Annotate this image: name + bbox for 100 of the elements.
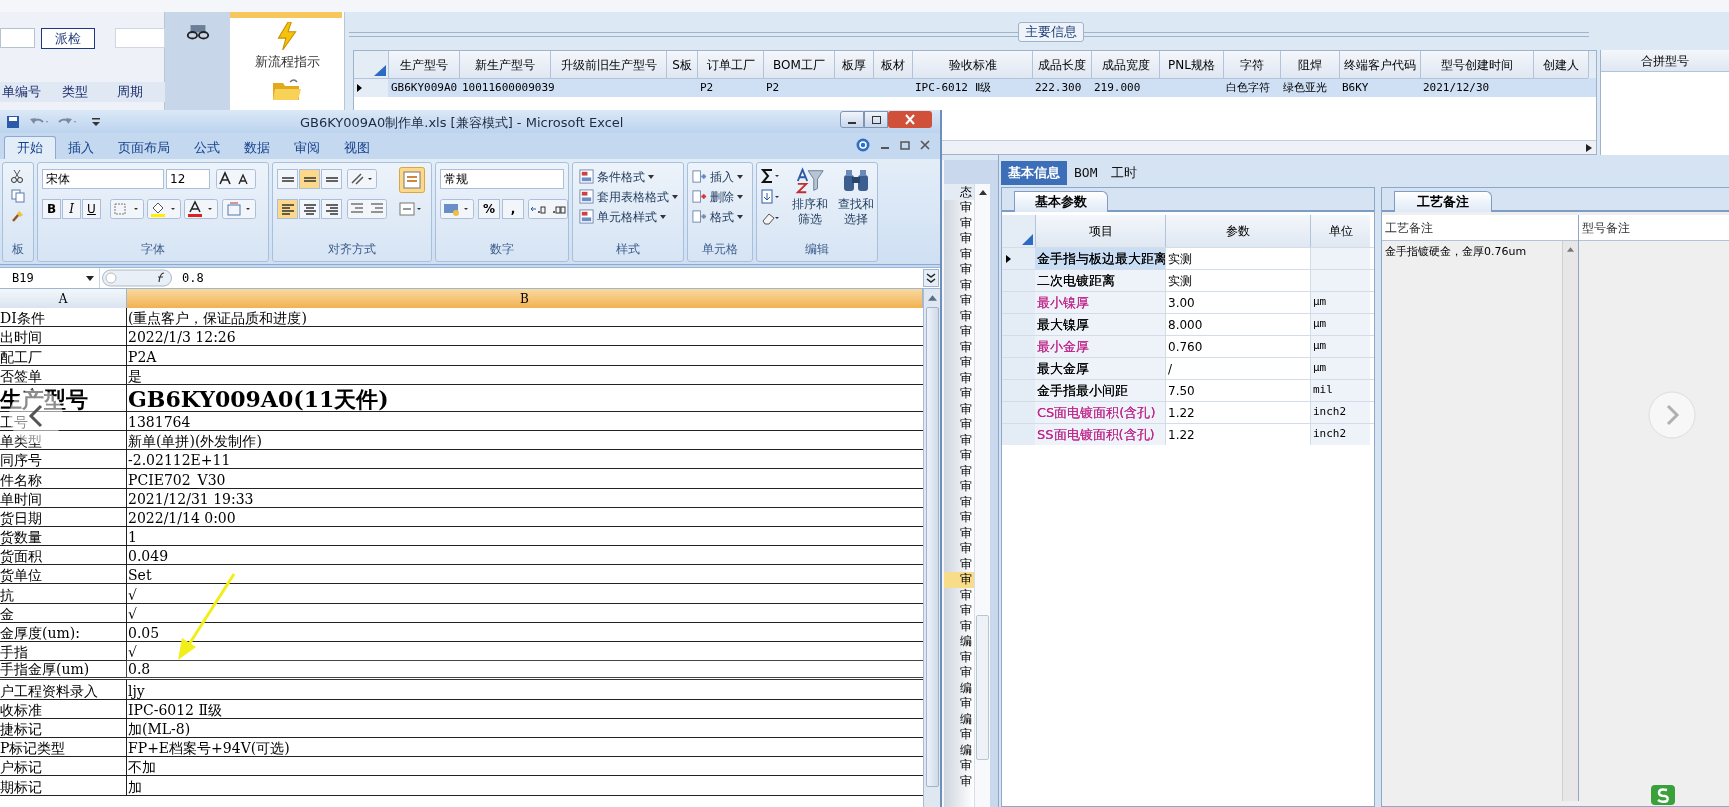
font-name-field[interactable]: 宋体	[42, 169, 164, 189]
cells-menu-button[interactable]: 删除	[692, 187, 743, 206]
table-cell[interactable]: 0.049	[127, 546, 923, 565]
table-cell[interactable]: 审	[944, 525, 974, 541]
column-header[interactable]: 板厚	[834, 51, 873, 78]
align-button[interactable]	[277, 169, 298, 189]
table-cell[interactable]: 审	[944, 510, 974, 526]
number-button[interactable]: %	[478, 199, 500, 219]
table-cell[interactable]: 2021/12/31 19:33	[127, 488, 923, 507]
fill-down-icon[interactable]	[761, 189, 781, 205]
table-cell[interactable]: 不加	[127, 757, 923, 776]
column-header[interactable]: 阻焊	[1280, 51, 1339, 78]
column-header[interactable]: 成品宽度	[1091, 51, 1159, 78]
column-header[interactable]: 板材	[873, 51, 912, 78]
table-cell[interactable]: 编	[944, 711, 974, 727]
dispatch-button[interactable]: 派检	[41, 28, 95, 49]
currency-icon[interactable]	[440, 199, 474, 219]
ribbon-tab[interactable]: 插入	[56, 136, 106, 159]
column-header[interactable]: 升级前旧生产型号	[550, 51, 666, 78]
align-button[interactable]	[321, 169, 342, 189]
table-cell[interactable]: 审	[944, 386, 974, 402]
table-cell[interactable]: 2022/1/14 0:00	[127, 507, 923, 526]
column-header[interactable]: 验收标准	[912, 51, 1032, 78]
table-cell[interactable]: ljy	[127, 680, 923, 699]
table-cell[interactable]: 审	[944, 448, 974, 464]
table-cell[interactable]: 审	[944, 432, 974, 448]
table-cell[interactable]: 编	[944, 634, 974, 650]
table-cell[interactable]: (重点客户，保证品质和进度)	[127, 308, 923, 327]
table-cell[interactable]: 审	[944, 417, 974, 433]
editing-button[interactable]: 查找和 选择	[833, 167, 879, 235]
styles-menu-button[interactable]: 套用表格格式	[579, 187, 678, 206]
scroll-right-icon[interactable]	[1586, 144, 1592, 152]
table-cell[interactable]: 审	[944, 773, 974, 789]
help-icon[interactable]	[856, 138, 870, 152]
ribbon-tab[interactable]: 审阅	[282, 136, 332, 159]
sum-icon[interactable]	[761, 168, 781, 184]
panel-tab[interactable]: 基本参数	[1014, 191, 1108, 212]
column-header[interactable]: B	[127, 289, 923, 308]
copy-icon[interactable]	[11, 189, 25, 203]
table-cell[interactable]: 审	[944, 696, 974, 712]
table-cell[interactable]: -2.02112E+11	[127, 450, 923, 469]
column-header[interactable]: 字符	[1223, 51, 1280, 78]
table-cell[interactable]: 审	[944, 618, 974, 634]
vertical-scrollbar[interactable]	[923, 289, 940, 807]
table-cell[interactable]: 是	[127, 365, 923, 384]
styles-menu-button[interactable]: 单元格样式	[579, 207, 666, 226]
table-cell[interactable]: 审	[944, 758, 974, 774]
align-button[interactable]	[299, 169, 320, 189]
table-cell[interactable]: √	[127, 603, 923, 622]
input-method-icon[interactable]	[1650, 784, 1676, 806]
table-cell[interactable]: 新单(单拼)(外发制作)	[127, 430, 923, 450]
column-header[interactable]: 合拼型号	[1601, 50, 1729, 72]
format-button[interactable]: U	[82, 199, 101, 219]
scroll-up-icon[interactable]	[978, 190, 987, 195]
table-cell[interactable]: 审	[944, 541, 974, 557]
table-cell[interactable]: 审	[944, 339, 974, 355]
link-icon[interactable]	[185, 24, 211, 41]
orientation-icon[interactable]	[347, 169, 377, 189]
expand-icon[interactable]	[923, 269, 939, 287]
column-header[interactable]: 参数	[1165, 215, 1310, 247]
table-cell[interactable]: 审	[944, 572, 974, 588]
table-cell[interactable]: P2A	[127, 346, 923, 365]
column-header[interactable]: 生产型号	[388, 51, 459, 78]
table-cell[interactable]: 加	[127, 776, 923, 795]
cells-menu-button[interactable]: 插入	[692, 167, 743, 186]
font-size-icon[interactable]	[216, 169, 256, 189]
table-cell[interactable]: 审	[944, 401, 974, 417]
table-cell[interactable]: 审	[944, 665, 974, 681]
table-cell[interactable]: 审	[944, 277, 974, 293]
row-header[interactable]	[354, 78, 388, 97]
align-button[interactable]	[277, 199, 298, 219]
table-cell[interactable]: 审	[944, 200, 974, 216]
column-header[interactable]: 态	[944, 184, 974, 200]
scroll-thumb[interactable]	[976, 615, 989, 760]
scroll-thumb[interactable]	[925, 307, 939, 787]
table-cell[interactable]: 审	[944, 324, 974, 340]
table-cell[interactable]: 0.8	[127, 661, 923, 678]
fill-color-icon[interactable]	[147, 199, 181, 219]
number-button[interactable]: ,	[502, 199, 524, 219]
select-all-corner[interactable]	[1002, 215, 1035, 247]
decimal-icon[interactable]	[528, 199, 568, 219]
column-header[interactable]: BOM工厂	[763, 51, 834, 78]
table-cell[interactable]: 加(ML-8)	[127, 718, 923, 737]
editing-button[interactable]: 排序和 筛选	[787, 167, 833, 235]
column-header[interactable]: PNL规格	[1159, 51, 1223, 78]
font-size-field[interactable]: 12	[166, 169, 210, 189]
column-header[interactable]: 型号创建时间	[1420, 51, 1533, 78]
detail-tab[interactable]: 基本信息	[1001, 161, 1067, 185]
column-header[interactable]: A	[0, 289, 127, 308]
table-cell[interactable]: 审	[944, 727, 974, 743]
column-header[interactable]: 单位	[1310, 215, 1370, 247]
close-button[interactable]	[888, 111, 932, 128]
styles-menu-button[interactable]: 条件格式	[579, 167, 654, 186]
column-header[interactable]: 创建人	[1533, 51, 1588, 78]
vertical-scrollbar[interactable]	[1562, 241, 1578, 801]
ribbon-tab[interactable]: 页面布局	[106, 136, 182, 159]
ribbon-tab[interactable]: 数据	[232, 136, 282, 159]
detail-tab[interactable]: BOM	[1067, 161, 1105, 185]
close-icon[interactable]	[920, 140, 930, 150]
panel-tab[interactable]: 工艺备注	[1394, 191, 1492, 212]
